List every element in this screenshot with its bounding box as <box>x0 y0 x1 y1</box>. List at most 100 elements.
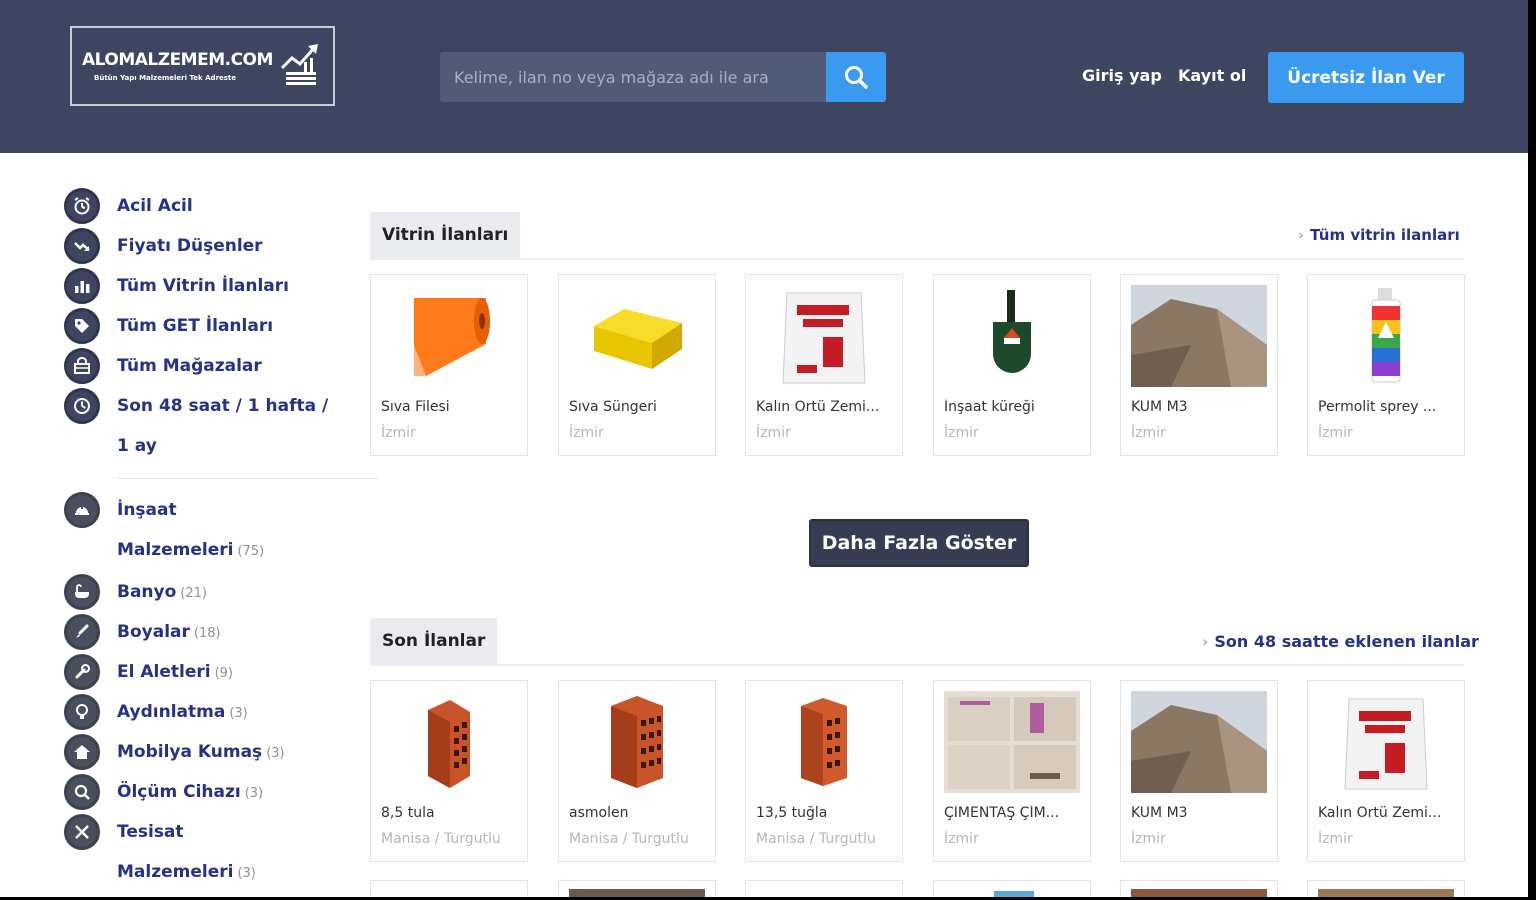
trend-down-icon <box>64 228 100 264</box>
all-showcase-link[interactable]: › Tüm vitrin ilanları <box>1298 226 1460 244</box>
sidebar-category-construction[interactable]: İnşaat Malzemeleri (75) <box>64 492 264 572</box>
search-button[interactable] <box>826 52 886 102</box>
listing-title: İnşaat küreği <box>944 399 1035 415</box>
listing-title: asmolen <box>569 805 629 821</box>
listing-card[interactable]: 13,5 tuğla Manisa / Turgutlu <box>745 680 903 862</box>
category-name: El Aletleri <box>117 662 211 682</box>
listing-card[interactable]: Sıva Süngeri İzmir <box>558 274 716 456</box>
tools-icon <box>64 814 100 850</box>
listing-card[interactable]: Kalın Örtü Zemi... İzmir <box>745 274 903 456</box>
magnifier-icon <box>64 774 100 810</box>
sidebar-item-label-line2: Malzemeleri <box>117 540 234 560</box>
listing-image <box>944 285 1080 387</box>
register-link[interactable]: Kayıt ol <box>1178 66 1246 85</box>
chevron-right-icon: › <box>1298 226 1304 244</box>
tab-recent[interactable]: Son İlanlar <box>370 618 498 664</box>
listing-card[interactable]: 8,5 tula Manisa / Turgutlu <box>370 680 528 862</box>
listing-title: Kalın Örtü Zemi... <box>1318 805 1442 821</box>
category-count: (18) <box>193 626 221 641</box>
category-name: Banyo <box>117 582 177 602</box>
recent-48h-link-label: Son 48 saatte eklenen ilanlar <box>1214 632 1479 651</box>
listing-location: Manisa / Turgutlu <box>569 831 689 847</box>
bar-chart-icon <box>64 268 100 304</box>
search-icon <box>845 66 868 89</box>
login-link[interactable]: Giriş yap <box>1082 66 1162 85</box>
listing-location: İzmir <box>1131 425 1166 441</box>
sidebar-category-hand-tools[interactable]: El Aletleri (9) <box>64 654 233 694</box>
listing-card[interactable]: asmolen Manisa / Turgutlu <box>558 680 716 862</box>
sidebar-item-all-stores[interactable]: Tüm Mağazalar <box>64 348 262 386</box>
show-more-button[interactable]: Daha Fazla Göster <box>809 519 1029 567</box>
alarm-clock-icon <box>64 188 100 224</box>
tag-icon <box>64 308 100 344</box>
listing-card[interactable]: KUM M3 İzmir <box>1120 274 1278 456</box>
sidebar-category-plumbing[interactable]: Tesisat Malzemeleri (3) <box>64 814 256 894</box>
sidebar-item-label: Mobilya Kumaş (3) <box>117 732 285 774</box>
category-name: Boyalar <box>117 622 190 642</box>
listing-location: İzmir <box>944 425 979 441</box>
listing-card[interactable]: İnşaat küreği İzmir <box>933 274 1091 456</box>
listing-title: 8,5 tula <box>381 805 435 821</box>
sidebar-category-bathroom[interactable]: Banyo (21) <box>64 574 207 614</box>
listing-location: Manisa / Turgutlu <box>381 831 501 847</box>
logo-subtitle: Bütün Yapı Malzemeleri Tek Adreste <box>94 74 237 82</box>
sidebar-item-label: İnşaat Malzemeleri (75) <box>117 490 264 572</box>
sidebar-item-label: Tesisat Malzemeleri (3) <box>117 812 256 894</box>
listing-card-partial[interactable] <box>558 880 716 897</box>
listing-card[interactable]: ÇİMENTAŞ ÇİM... İzmir <box>933 680 1091 862</box>
listing-image-partial <box>1318 889 1454 897</box>
listing-image <box>944 691 1080 793</box>
listing-card[interactable]: KUM M3 İzmir <box>1120 680 1278 862</box>
sidebar-item-price-drops[interactable]: Fiyatı Düşenler <box>64 228 263 266</box>
category-count: (21) <box>180 586 207 601</box>
sidebar-item-all-showcase[interactable]: Tüm Vitrin İlanları <box>64 268 289 306</box>
sidebar-category-lighting[interactable]: Aydınlatma (3) <box>64 694 248 734</box>
helmet-icon <box>64 492 100 528</box>
listing-location: İzmir <box>569 425 604 441</box>
sidebar-item-label: El Aletleri (9) <box>117 652 233 694</box>
listing-card-partial[interactable] <box>370 880 528 897</box>
sidebar-category-furniture[interactable]: Mobilya Kumaş (3) <box>64 734 285 774</box>
sidebar-item-urgent[interactable]: Acil Acil <box>64 188 193 226</box>
clock-icon <box>64 388 100 424</box>
listing-card[interactable]: Kalın Örtü Zemi... İzmir <box>1307 680 1465 862</box>
sidebar-item-all-get[interactable]: Tüm GET İlanları <box>64 308 273 346</box>
tab-showcase[interactable]: Vitrin İlanları <box>370 212 521 258</box>
sidebar-category-measuring[interactable]: Ölçüm Cihazı (3) <box>64 774 263 814</box>
site-logo[interactable]: ALOMALZEMEM.COM Bütün Yapı Malzemeleri T… <box>70 26 335 106</box>
sidebar-item-recent-time[interactable]: Son 48 saat / 1 hafta / 1 ay <box>64 388 328 466</box>
listing-location: İzmir <box>1318 831 1353 847</box>
listing-title: Permolit sprey ... <box>1318 399 1437 415</box>
listing-title: KUM M3 <box>1131 399 1188 415</box>
listing-card-partial[interactable] <box>745 880 903 897</box>
brush-icon <box>64 614 100 650</box>
listing-image <box>756 691 892 793</box>
listing-card-partial[interactable] <box>1120 880 1278 897</box>
listing-image <box>1131 691 1267 793</box>
site-header: ALOMALZEMEM.COM Bütün Yapı Malzemeleri T… <box>0 0 1528 153</box>
post-ad-button[interactable]: Ücretsiz İlan Ver <box>1268 52 1464 103</box>
sidebar-category-paints[interactable]: Boyalar (18) <box>64 614 221 654</box>
listing-location: İzmir <box>381 425 416 441</box>
listing-card[interactable]: Permolit sprey ... İzmir <box>1307 274 1465 456</box>
sidebar-item-label-line2: Malzemeleri <box>117 862 234 882</box>
category-name: Aydınlatma <box>117 702 226 722</box>
listing-card-partial[interactable] <box>933 880 1091 897</box>
wrench-icon <box>64 654 100 690</box>
sidebar-item-label-line2: 1 ay <box>117 436 157 456</box>
listing-card-partial[interactable] <box>1307 880 1465 897</box>
recent-48h-link[interactable]: › Son 48 saatte eklenen ilanlar <box>1202 632 1479 651</box>
all-showcase-link-label: Tüm vitrin ilanları <box>1310 226 1460 244</box>
sidebar-item-label: Boyalar (18) <box>117 612 221 654</box>
listing-card[interactable]: Sıva Filesi İzmir <box>370 274 528 456</box>
listing-title: Sıva Filesi <box>381 399 450 415</box>
listing-title: Kalın Örtü Zemi... <box>756 399 880 415</box>
search-input[interactable] <box>440 52 826 102</box>
sidebar-item-label: Aydınlatma (3) <box>117 692 248 734</box>
section-rule <box>370 258 1464 260</box>
bathtub-icon <box>64 574 100 610</box>
listing-location: İzmir <box>756 425 791 441</box>
listing-image <box>569 691 705 793</box>
sidebar-item-label: Tüm Mağazalar <box>117 356 262 376</box>
category-count: (9) <box>214 666 233 681</box>
